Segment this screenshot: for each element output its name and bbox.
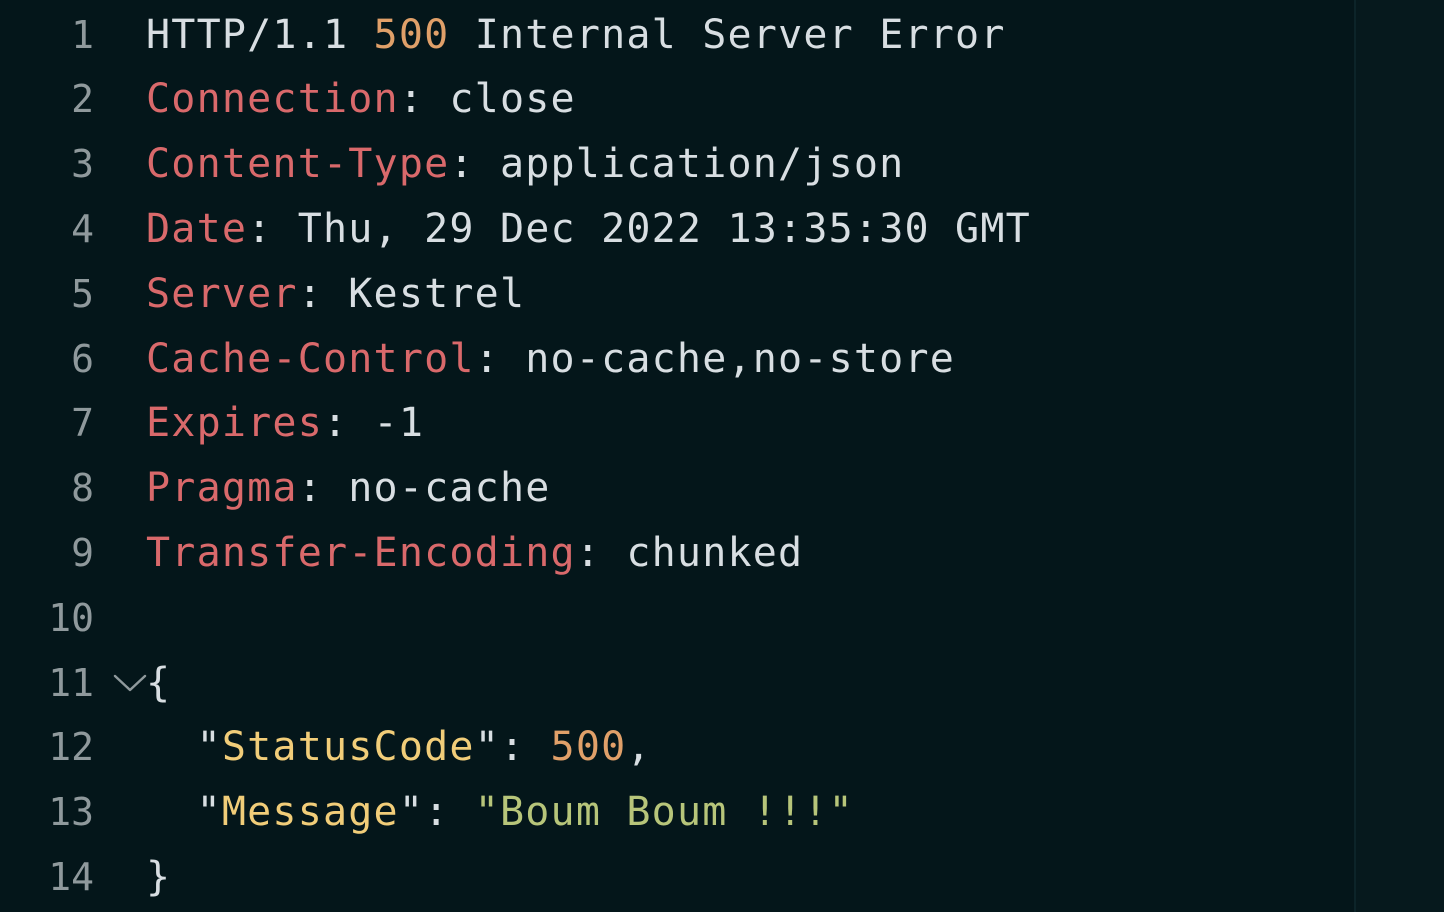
line-number: 5 bbox=[71, 271, 94, 316]
code-editor[interactable]: 1 HTTP/1.1 500 Internal Server Error 2 Conn… bbox=[0, 0, 1444, 912]
code-token: : no-cache,no-store bbox=[474, 335, 956, 382]
code-text: Transfer-Encoding: chunked bbox=[146, 530, 803, 576]
code-text: "Message": "Boum Boum !!!" bbox=[146, 789, 854, 835]
code-line[interactable]: 12 "StatusCode": 500, bbox=[0, 715, 1354, 780]
code-token: Internal Server Error bbox=[449, 11, 1006, 58]
code-text: HTTP/1.1 500 Internal Server Error bbox=[146, 12, 1006, 58]
code-text: { bbox=[146, 660, 171, 706]
code-token: { bbox=[146, 659, 172, 706]
code-token: " bbox=[146, 789, 222, 836]
code-token: ": bbox=[474, 724, 551, 771]
code-token: : Thu, 29 Dec 2022 13:35:30 GMT bbox=[247, 205, 1031, 252]
code-line[interactable]: 11 { bbox=[0, 650, 1354, 715]
line-number: 9 bbox=[71, 530, 94, 575]
code-line[interactable]: 7 Expires: -1 bbox=[0, 391, 1354, 456]
code-line[interactable]: 2 Connection: close bbox=[0, 67, 1354, 132]
line-number: 6 bbox=[71, 336, 94, 381]
code-line[interactable]: 3 Content-Type: application/json bbox=[0, 132, 1354, 197]
line-number: 10 bbox=[48, 595, 94, 640]
minimap[interactable] bbox=[1356, 0, 1444, 912]
code-token: ": bbox=[398, 789, 475, 836]
code-text: Connection: close bbox=[146, 76, 576, 122]
code-token: " bbox=[146, 724, 222, 771]
line-number: 14 bbox=[48, 854, 94, 899]
code-token: "Boum Boum !!!" bbox=[474, 789, 854, 836]
code-token: : application/json bbox=[449, 141, 905, 188]
code-token: Message bbox=[221, 789, 399, 836]
code-token: : -1 bbox=[322, 400, 425, 447]
code-token: 500 bbox=[550, 724, 627, 771]
line-number: 2 bbox=[71, 77, 94, 122]
chevron-down-icon[interactable] bbox=[112, 650, 148, 715]
code-token: Transfer-Encoding bbox=[146, 529, 576, 576]
code-text: Content-Type: application/json bbox=[146, 141, 904, 187]
code-token: , bbox=[626, 724, 652, 771]
line-number: 1 bbox=[71, 12, 94, 57]
code-line[interactable]: 10 bbox=[0, 585, 1354, 650]
code-line[interactable]: 13 "Message": "Boum Boum !!!" bbox=[0, 780, 1354, 845]
code-text: Cache-Control: no-cache,no-store bbox=[146, 336, 955, 382]
code-token: Server bbox=[146, 270, 298, 317]
line-number: 12 bbox=[48, 725, 94, 770]
code-token: : no-cache bbox=[297, 465, 551, 512]
code-text: "StatusCode": 500, bbox=[146, 724, 652, 770]
code-token: : chunked bbox=[575, 529, 804, 576]
code-line[interactable]: 9 Transfer-Encoding: chunked bbox=[0, 520, 1354, 585]
code-token: StatusCode bbox=[221, 724, 475, 771]
line-number: 8 bbox=[71, 466, 94, 511]
line-number: 11 bbox=[48, 660, 94, 705]
code-line[interactable]: 4 Date: Thu, 29 Dec 2022 13:35:30 GMT bbox=[0, 196, 1354, 261]
code-token: HTTP/1.1 bbox=[146, 11, 374, 58]
line-number: 13 bbox=[48, 790, 94, 835]
code-token: 500 bbox=[373, 11, 450, 58]
code-token: Date bbox=[146, 205, 248, 252]
code-token: Expires bbox=[146, 400, 323, 447]
line-number: 7 bbox=[71, 401, 94, 446]
code-token: Connection bbox=[146, 76, 399, 123]
line-number: 3 bbox=[71, 142, 94, 187]
code-text: Pragma: no-cache bbox=[146, 465, 551, 511]
code-text: Expires: -1 bbox=[146, 400, 424, 446]
code-text: Server: Kestrel bbox=[146, 271, 525, 317]
code-token: Cache-Control bbox=[146, 335, 475, 382]
code-line[interactable]: 8 Pragma: no-cache bbox=[0, 456, 1354, 521]
code-line[interactable]: 5 Server: Kestrel bbox=[0, 261, 1354, 326]
code-text: Date: Thu, 29 Dec 2022 13:35:30 GMT bbox=[146, 206, 1031, 252]
code-token: Pragma bbox=[146, 465, 298, 512]
code-token: : close bbox=[398, 76, 576, 123]
code-token: Content-Type bbox=[146, 141, 450, 188]
code-token: } bbox=[146, 853, 172, 900]
code-line[interactable]: 6 Cache-Control: no-cache,no-store bbox=[0, 326, 1354, 391]
code-token: : Kestrel bbox=[297, 270, 526, 317]
code-line[interactable]: 1 HTTP/1.1 500 Internal Server Error bbox=[0, 2, 1354, 67]
line-number: 4 bbox=[71, 206, 94, 251]
code-text: } bbox=[146, 854, 171, 900]
code-line[interactable]: 14} bbox=[0, 844, 1354, 909]
